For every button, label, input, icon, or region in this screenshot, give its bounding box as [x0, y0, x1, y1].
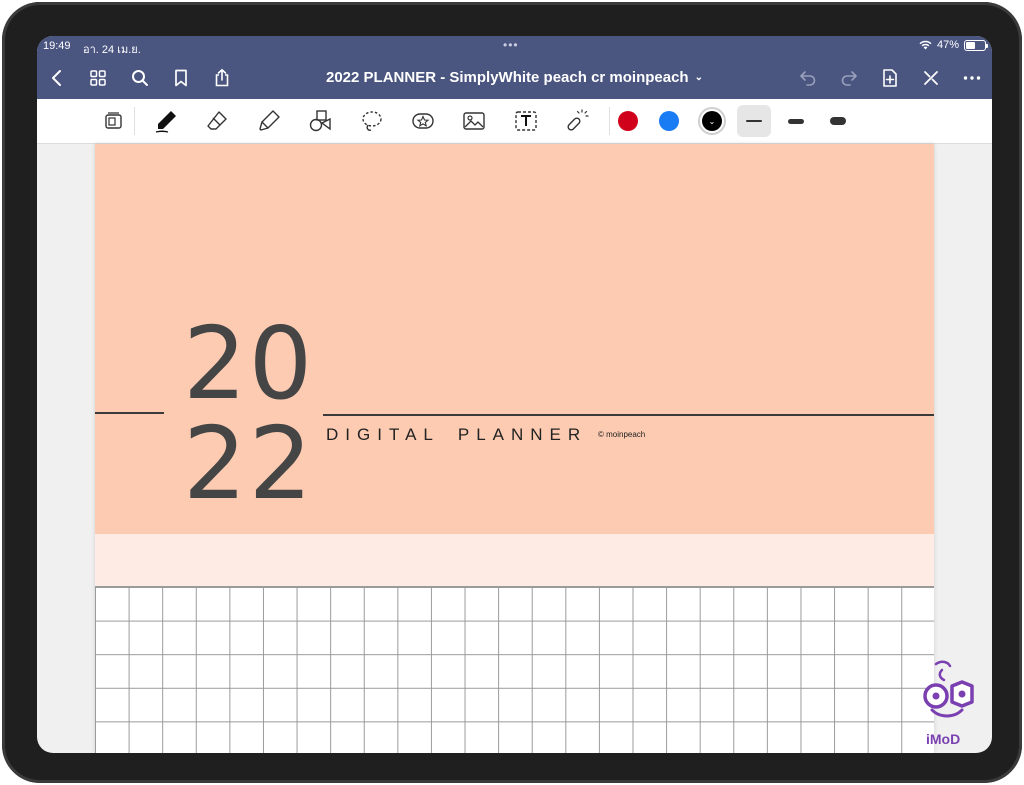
image-tool[interactable] [458, 106, 490, 136]
grid-paper [95, 586, 934, 753]
more-icon [963, 76, 981, 80]
close-editing-icon [924, 71, 938, 85]
redo-button[interactable] [837, 66, 861, 90]
document-title-text: 2022 PLANNER - SimplyWhite peach cr moin… [326, 69, 689, 86]
color-blue-swatch[interactable] [659, 111, 679, 131]
status-right: 47% [919, 39, 988, 51]
multitasking-dots-icon[interactable]: ••• [503, 38, 519, 52]
add-page-icon [883, 69, 897, 87]
eraser-icon [207, 111, 227, 130]
elements-icon [412, 113, 434, 129]
year-bottom: 22 [183, 405, 315, 522]
battery-percent: 47% [936, 39, 959, 51]
laser-pointer-tool[interactable] [561, 106, 593, 136]
planner-subtitle: DIGITAL PLANNER [326, 425, 587, 445]
battery-icon [964, 39, 988, 51]
notebook-page[interactable]: 20 22 DIGITAL PLANNER © moinpeach [95, 144, 934, 753]
status-time: 19:49 [43, 40, 71, 52]
close-editing-button[interactable] [919, 66, 943, 90]
image-icon [463, 112, 485, 130]
zoom-window-tool[interactable] [98, 106, 130, 136]
zoom-window-icon [105, 112, 122, 129]
pen-icon [155, 111, 176, 133]
stroke-thin-icon [746, 120, 762, 122]
drawing-toolbar: ⌄ [37, 99, 992, 144]
cover-rule-left [95, 412, 164, 414]
shapes-tool[interactable] [304, 106, 336, 136]
highlighter-icon [259, 110, 280, 131]
laser-pointer-icon [567, 109, 589, 131]
status-date: อา. 24 เม.ย. [83, 44, 141, 56]
add-page-button[interactable] [878, 66, 902, 90]
color-red-swatch[interactable] [618, 111, 638, 131]
stroke-medium-option[interactable] [779, 105, 813, 137]
cover-band [95, 534, 934, 586]
stroke-thick-option[interactable] [821, 105, 855, 137]
cover-rule-right [323, 414, 934, 416]
toolbar-divider [609, 107, 610, 135]
lasso-tool[interactable] [356, 106, 388, 136]
subtitle-planner: PLANNER [457, 425, 588, 444]
eraser-tool[interactable] [201, 106, 233, 136]
undo-button[interactable] [796, 66, 820, 90]
planner-cover: 20 22 DIGITAL PLANNER © moinpeach [95, 144, 934, 534]
chevron-down-icon: ⌄ [702, 111, 722, 131]
title-chevron-down-icon: ⌄ [694, 72, 703, 83]
pen-tool[interactable] [150, 106, 182, 136]
highlighter-tool[interactable] [253, 106, 285, 136]
subtitle-digital: DIGITAL [326, 425, 440, 444]
stroke-medium-icon [788, 118, 804, 124]
year-top: 20 [183, 305, 315, 422]
lasso-icon [362, 111, 382, 131]
text-tool[interactable] [510, 106, 542, 136]
stroke-thin-option[interactable] [737, 105, 771, 137]
color-black-swatch[interactable]: ⌄ [698, 107, 726, 135]
app-screen: 19:49 อา. 24 เม.ย. ••• 47% 2022 PLANNER … [37, 36, 992, 753]
text-icon [515, 111, 537, 131]
redo-icon [841, 71, 857, 86]
stroke-thick-icon [830, 117, 846, 125]
shapes-icon [309, 110, 331, 132]
more-button[interactable] [960, 66, 984, 90]
imod-logo-label: iMoD [926, 731, 961, 747]
copyright-credit: © moinpeach [598, 430, 646, 439]
toolbar-divider [134, 107, 135, 135]
ipad-frame: 19:49 อา. 24 เม.ย. ••• 47% 2022 PLANNER … [2, 2, 1022, 783]
elements-tool[interactable] [407, 106, 439, 136]
navigation-bar: 19:49 อา. 24 เม.ย. ••• 47% 2022 PLANNER … [37, 36, 992, 99]
undo-icon [800, 71, 816, 86]
wifi-icon [919, 40, 932, 50]
